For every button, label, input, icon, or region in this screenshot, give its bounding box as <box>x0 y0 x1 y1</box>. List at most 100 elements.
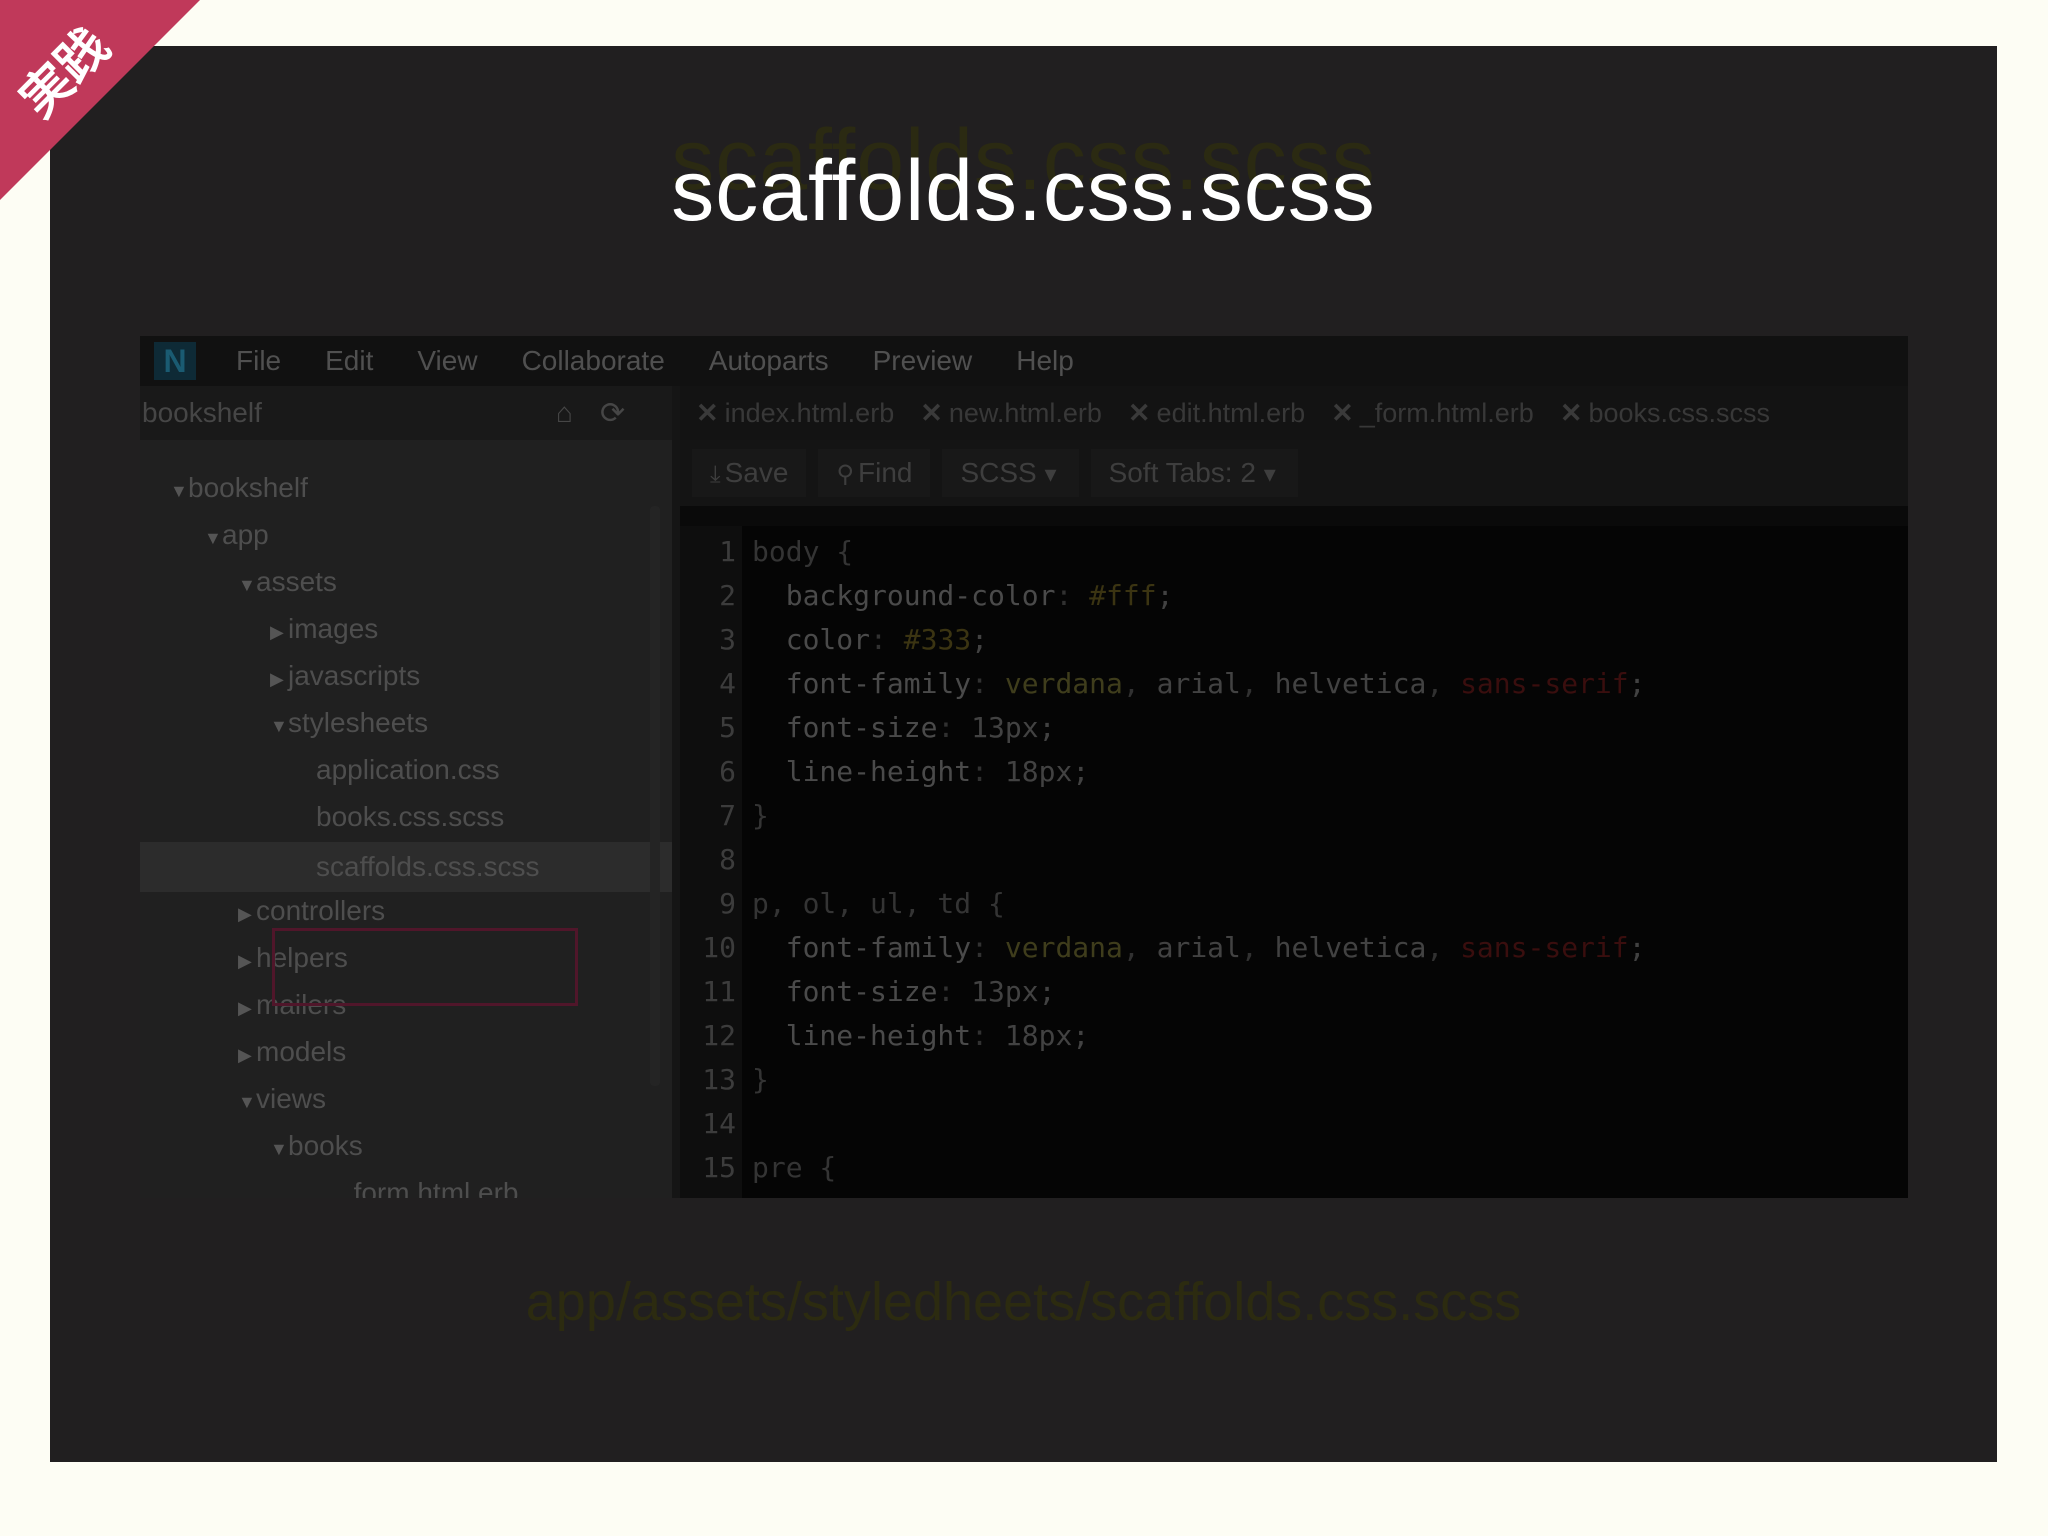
code-line: 3 color: #333; <box>680 620 1908 660</box>
line-number: 6 <box>719 755 736 788</box>
css-value: arial <box>1156 931 1241 964</box>
close-icon[interactable]: ✕ <box>696 398 719 428</box>
tree-node-label: models <box>256 1036 347 1067</box>
css-property: line-height <box>785 1019 972 1052</box>
tree-node[interactable]: ▼app <box>140 513 736 557</box>
tab-new[interactable]: ✕ new.html.erb <box>920 398 1102 429</box>
tab-label: books.css.scss <box>1588 397 1770 428</box>
project-name: bookshelf <box>142 397 262 428</box>
tab-books-css[interactable]: ✕ books.css.scss <box>1560 398 1770 429</box>
corner-ribbon: 実践 <box>0 0 200 200</box>
code-line: 11 font-size: 13px; <box>680 972 1908 1012</box>
css-property: font-size <box>785 975 938 1008</box>
line-number: 5 <box>719 711 736 744</box>
tree-node-label: app <box>222 519 269 550</box>
close-icon[interactable]: ✕ <box>1560 398 1583 428</box>
caret-icon: ▼ <box>270 716 288 736</box>
slide-caption: app/assets/styledheets/scaffolds.css.scs… <box>525 1272 1522 1332</box>
soft-tabs-dropdown[interactable]: Soft Tabs: 2 ▾ <box>1090 449 1298 497</box>
line-number: 2 <box>719 579 736 612</box>
tree-node-label: bookshelf <box>188 472 308 503</box>
css-selector: } <box>752 799 769 832</box>
app-logo-icon: N <box>154 342 196 380</box>
code-line: 7} <box>680 796 1908 836</box>
menu-collaborate[interactable]: Collaborate <box>522 345 665 377</box>
line-number: 1 <box>719 535 736 568</box>
css-value: helvetica <box>1274 931 1427 964</box>
pane-splitter[interactable] <box>672 386 680 1198</box>
css-value: #fff <box>1089 579 1157 612</box>
code-area[interactable]: 1 body {2 background-color: #fff; 3 color:… <box>680 526 1908 1198</box>
menu-edit[interactable]: Edit <box>325 345 373 377</box>
line-number: 4 <box>719 667 736 700</box>
caret-icon: ▼ <box>238 575 256 595</box>
css-value: verdana <box>1004 931 1123 964</box>
close-icon[interactable]: ✕ <box>1128 398 1151 428</box>
sidebar-scrollbar[interactable] <box>650 506 660 1086</box>
save-button[interactable]: ⤓ Save <box>692 449 807 497</box>
caret-icon: ▶ <box>270 622 284 642</box>
code-line: 14 <box>680 1104 1908 1144</box>
css-value: 18px <box>1004 1019 1073 1052</box>
menu-preview[interactable]: Preview <box>873 345 973 377</box>
css-property: background-color <box>786 1195 1056 1198</box>
tab-label: new.html.erb <box>948 397 1102 428</box>
tree-node-label: images <box>288 613 379 644</box>
close-icon[interactable]: ✕ <box>1331 398 1354 428</box>
css-property: color <box>785 623 871 656</box>
tab-label: edit.html.erb <box>1156 397 1306 428</box>
css-selector: body { <box>752 535 854 568</box>
caret-icon: ▼ <box>270 1139 288 1159</box>
css-value: sans-serif <box>1460 667 1629 700</box>
download-icon: ⤓ <box>710 461 721 488</box>
css-value: helvetica <box>1274 667 1427 700</box>
css-property: font-family <box>785 667 972 700</box>
tab-index[interactable]: ✕ index.html.erb <box>696 398 894 429</box>
home-icon[interactable]: ⌂ <box>556 397 573 429</box>
code-line: 9 p, ol, ul, td { <box>680 884 1908 924</box>
code-line: 10 font-family: verdana, arial, helvetic… <box>680 928 1908 968</box>
find-button[interactable]: ⚲ Find <box>818 449 931 497</box>
caret-icon: ▶ <box>238 951 252 971</box>
line-number: 9 <box>719 887 736 920</box>
menu-view[interactable]: View <box>417 345 477 377</box>
caret-icon: ▼ <box>170 481 188 501</box>
code-line: 15 pre { <box>680 1148 1908 1188</box>
code-line: 6 line-height: 18px; <box>680 752 1908 792</box>
caret-icon: ▶ <box>238 998 252 1018</box>
caret-icon: ▶ <box>270 669 284 689</box>
css-value: 13px <box>971 975 1039 1008</box>
menu-autoparts[interactable]: Autoparts <box>709 345 829 377</box>
css-value: sans-serif <box>1460 931 1629 964</box>
code-line: 4 font-family: verdana, arial, helvetica… <box>680 664 1908 704</box>
code-line: 13} <box>680 1060 1908 1100</box>
tab-edit[interactable]: ✕ edit.html.erb <box>1128 398 1305 429</box>
mode-dropdown[interactable]: SCSS ▾ <box>942 449 1079 497</box>
tree-node-label: views <box>256 1083 327 1114</box>
line-number: 16 <box>680 1192 736 1198</box>
css-property: line-height <box>785 755 972 788</box>
tree-node-label: stylesheets <box>288 707 429 738</box>
css-selector: pre { <box>752 1151 837 1184</box>
css-value: arial <box>1156 667 1241 700</box>
close-icon[interactable]: ✕ <box>920 398 943 428</box>
find-label: Find <box>858 457 913 488</box>
line-number: 11 <box>702 975 736 1008</box>
line-number: 14 <box>702 1107 736 1140</box>
refresh-icon[interactable]: ⟳ <box>600 396 625 431</box>
slide-title: scaffolds.css.scss <box>671 143 1376 239</box>
menu-help[interactable]: Help <box>1016 345 1074 377</box>
tree-node-label: controllers <box>256 895 386 926</box>
caret-icon: ▶ <box>238 1045 252 1065</box>
menu-bar: N File Edit View Collaborate Autoparts P… <box>140 336 1908 386</box>
code-line: 8 <box>680 840 1908 880</box>
caret-icon: ▼ <box>238 1092 256 1112</box>
tab-form[interactable]: ✕ _form.html.erb <box>1331 398 1534 429</box>
tree-node[interactable]: ▼bookshelf <box>140 466 702 510</box>
ide-screenshot: N File Edit View Collaborate Autoparts P… <box>140 336 1908 1198</box>
menu-file[interactable]: File <box>236 345 281 377</box>
mode-label: SCSS <box>960 457 1037 488</box>
highlight-box <box>272 928 578 1006</box>
tab-label: _form.html.erb <box>1359 397 1534 428</box>
code-line: 16 background-color: #eee; <box>680 1192 1908 1198</box>
